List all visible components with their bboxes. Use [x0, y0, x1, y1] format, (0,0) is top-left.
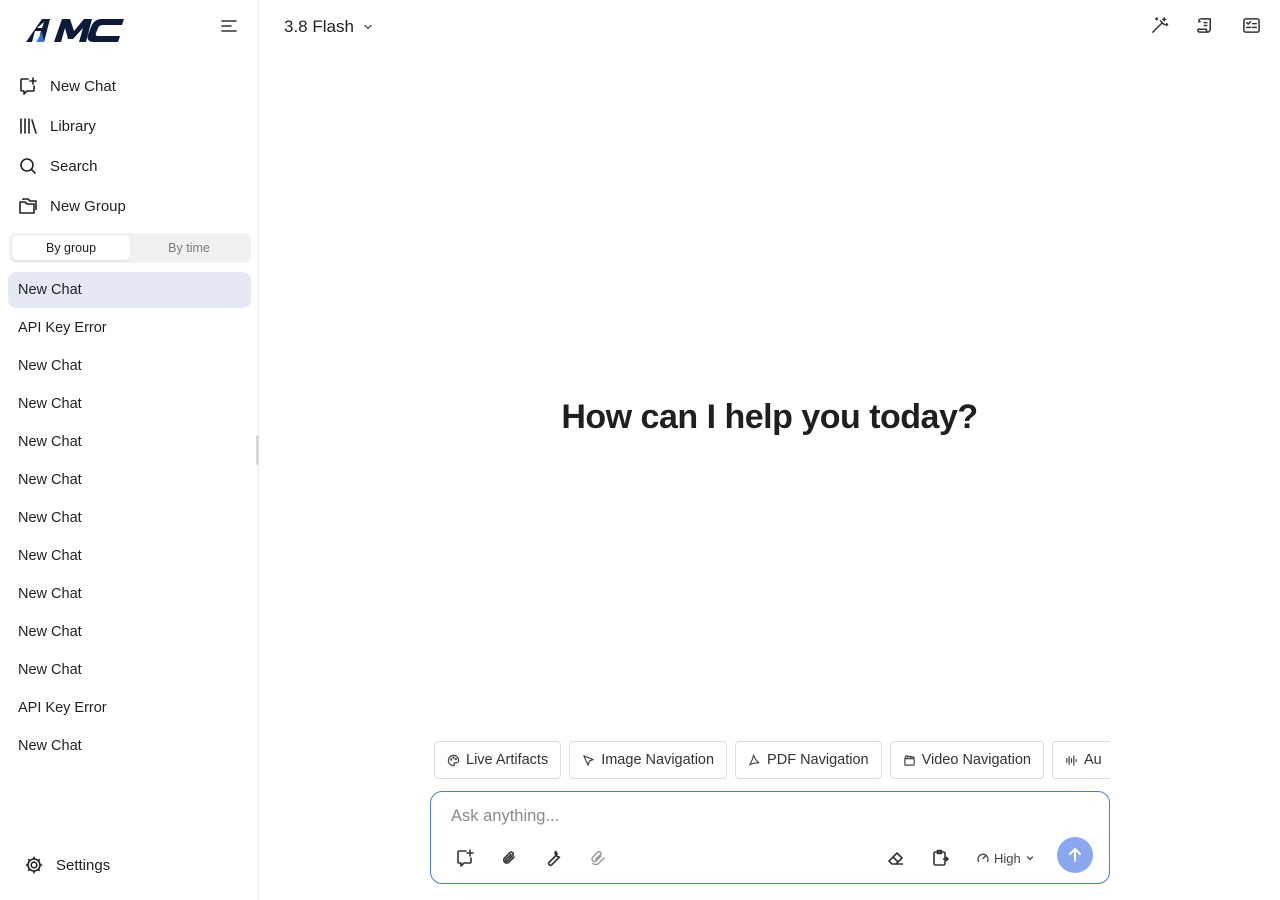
search-icon	[20, 158, 36, 174]
header-actions	[1148, 14, 1262, 36]
gauge-icon	[977, 853, 989, 863]
chip-live-artifacts[interactable]: Live Artifacts	[434, 741, 562, 779]
nav-library[interactable]: Library	[18, 111, 96, 141]
settings-label: Settings	[56, 856, 111, 874]
chevron-down-icon	[1026, 856, 1033, 861]
nav-new-chat-label: New Chat	[50, 77, 116, 95]
magic-wand-button[interactable]	[1148, 14, 1170, 36]
suggestion-chips: Live Artifacts Image Navigation PDF Navi…	[434, 741, 1110, 779]
chip-pdf-navigation[interactable]: PDF Navigation	[735, 741, 882, 779]
chip-label: Au	[1083, 752, 1102, 768]
wrench-icon	[547, 850, 561, 867]
chip-label: Image Navigation	[601, 752, 715, 768]
settings-button[interactable]: Settings	[24, 855, 110, 875]
chip-audio-navigation[interactable]: Au	[1051, 741, 1110, 779]
segment-by-time[interactable]: By time	[130, 236, 248, 260]
segment-by-group[interactable]: By group	[12, 236, 130, 260]
chat-list-item[interactable]: API Key Error	[8, 310, 251, 346]
chat-list-item[interactable]: New Chat	[8, 386, 251, 422]
chat-list-item[interactable]: New Chat	[8, 652, 251, 688]
clear-button[interactable]	[885, 847, 907, 869]
nav-search-label: Search	[50, 157, 98, 175]
chat-list-item[interactable]: New Chat	[8, 538, 251, 574]
palette-icon	[447, 754, 460, 766]
new-chat-icon	[457, 849, 474, 867]
chat-list-item[interactable]: New Chat	[8, 614, 251, 650]
greeting-heading: How can I help you today?	[561, 398, 978, 436]
chat-list-item[interactable]: New Chat	[8, 728, 251, 764]
sidebar: New Chat Library Search New Group By gro…	[0, 0, 259, 900]
collapse-menu-icon	[221, 20, 237, 32]
multi-attach-button[interactable]	[586, 847, 608, 869]
cursor-icon	[583, 754, 594, 766]
eraser-icon	[888, 852, 903, 865]
chat-list-item[interactable]: New Chat	[8, 576, 251, 612]
sidebar-resize-handle[interactable]	[256, 435, 259, 465]
paperclip-icon	[502, 851, 515, 864]
chat-list-item[interactable]: New Chat	[8, 348, 251, 384]
chip-label: Live Artifacts	[466, 752, 549, 768]
gear-icon	[25, 856, 43, 874]
chat-list-item[interactable]: New Chat	[8, 462, 251, 498]
nav-new-group[interactable]: New Group	[18, 191, 126, 221]
chip-label: Video Navigation	[921, 752, 1031, 768]
chat-list-item[interactable]: New Chat	[8, 500, 251, 536]
arrow-up-icon	[1069, 848, 1081, 862]
message-composer: High	[430, 791, 1110, 884]
checklist-panel-button[interactable]	[1240, 14, 1262, 36]
clapperboard-icon	[903, 754, 915, 766]
send-button[interactable]	[1057, 837, 1093, 873]
stacked-paperclip-icon	[591, 850, 605, 866]
model-name: 3.8 Flash	[284, 17, 354, 36]
chip-label: PDF Navigation	[767, 752, 869, 768]
nav-library-label: Library	[50, 117, 96, 135]
checklist-icon	[1242, 17, 1260, 33]
magic-wand-icon	[1151, 16, 1168, 33]
audio-wave-icon	[1066, 754, 1077, 766]
nav-new-chat[interactable]: New Chat	[18, 71, 116, 101]
chip-image-navigation[interactable]: Image Navigation	[569, 741, 728, 779]
clipboard-button[interactable]	[929, 847, 951, 869]
chevron-down-icon	[364, 24, 372, 30]
model-selector[interactable]: 3.8 Flash	[284, 14, 374, 40]
library-icon	[20, 118, 37, 134]
chat-list-item[interactable]: New Chat	[8, 424, 251, 460]
new-chat-icon	[20, 77, 37, 95]
pdf-icon	[748, 753, 760, 766]
new-thread-button[interactable]	[454, 847, 476, 869]
new-group-icon	[19, 198, 37, 214]
chat-list-item[interactable]: API Key Error	[8, 690, 251, 726]
tools-button[interactable]	[542, 847, 564, 869]
collapse-sidebar-button[interactable]	[218, 16, 240, 36]
message-input[interactable]	[451, 804, 1051, 828]
nav-new-group-label: New Group	[50, 197, 126, 215]
chat-history-list: New Chat API Key Error New Chat New Chat…	[8, 272, 251, 766]
scroll-notes-button[interactable]	[1194, 14, 1216, 36]
nav-search[interactable]: Search	[18, 151, 98, 181]
amc-logo[interactable]	[24, 17, 126, 43]
grouping-toggle: By group By time	[9, 233, 251, 263]
reasoning-effort-label: High	[994, 850, 1021, 866]
reasoning-effort-select[interactable]: High	[976, 847, 1035, 869]
chip-video-navigation[interactable]: Video Navigation	[889, 741, 1044, 779]
scroll-icon	[1196, 17, 1211, 33]
chat-list-item[interactable]: New Chat	[8, 272, 251, 308]
attach-file-button[interactable]	[498, 847, 520, 869]
clipboard-icon	[933, 849, 949, 866]
